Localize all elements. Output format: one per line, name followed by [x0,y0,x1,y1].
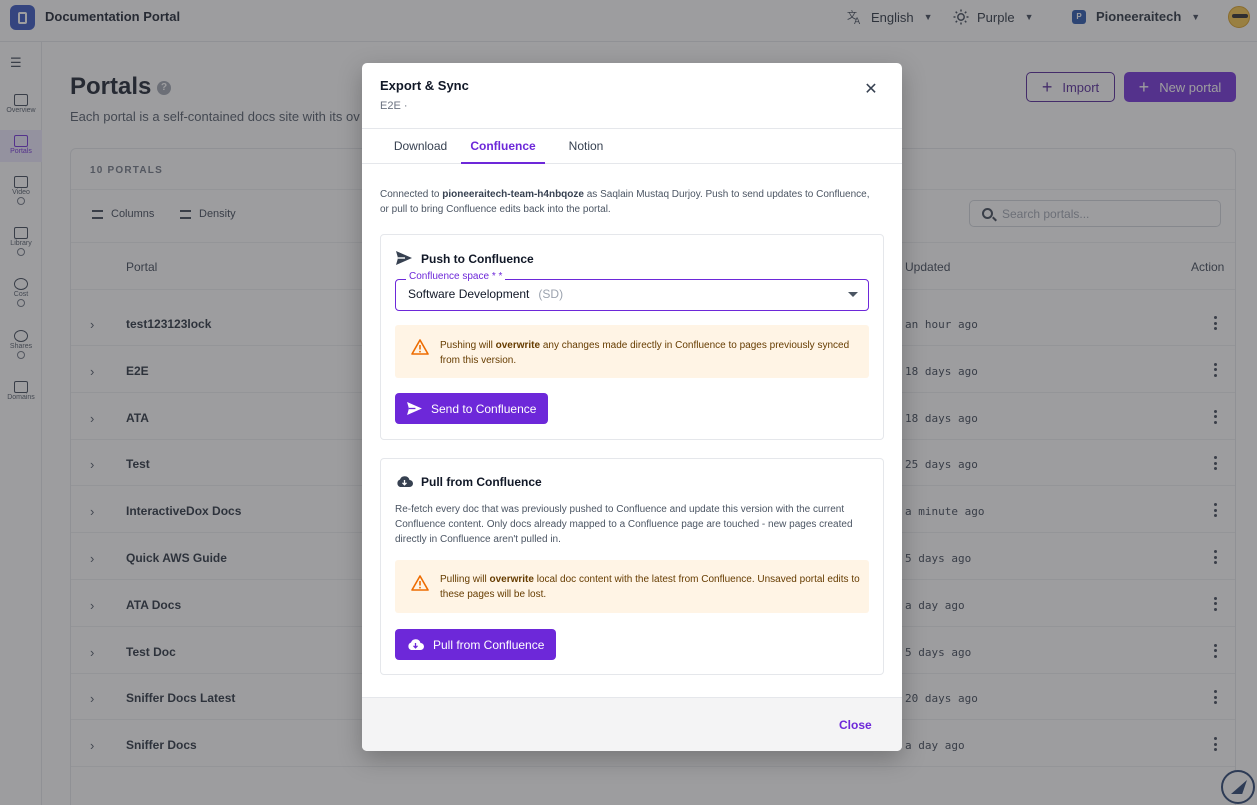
confluence-space-value: Software Development (SD) [408,287,563,301]
warning-prefix: Pushing will [440,340,496,351]
send-to-confluence-button[interactable]: Send to Confluence [395,393,549,424]
warning-emphasis: overwrite [489,574,534,585]
warning-emphasis: overwrite [495,340,541,351]
pull-button-label: Pull from Confluence [433,637,545,652]
pull-warning: Pulling will overwrite local doc content… [395,560,869,613]
send-button-label: Send to Confluence [431,401,537,416]
tab-download[interactable]: Download [380,129,461,164]
close-button[interactable]: Close [839,718,872,732]
export-sync-dialog: Export & Sync E2E · ✕ Download Confluenc… [362,63,902,751]
connection-info: Connected to pioneeraitech-team-h4nbqoze… [380,187,880,217]
tab-confluence[interactable]: Confluence [461,129,545,164]
warning-prefix: Pulling will [440,574,490,585]
pull-description: Re-fetch every doc that was previously p… [395,504,853,545]
pull-title: Pull from Confluence [421,475,542,489]
pull-from-confluence-button[interactable]: Pull from Confluence [395,629,557,660]
push-warning: Pushing will overwrite any changes made … [395,325,869,378]
intro-prefix: Connected to [380,189,443,200]
dialog-footer: Close [362,697,902,751]
close-icon[interactable]: ✕ [862,81,880,99]
tab-notion[interactable]: Notion [555,129,617,164]
pull-warning-text: Pulling will overwrite local doc content… [440,572,860,602]
push-warning-text: Pushing will overwrite any changes made … [440,338,860,368]
space-name: Software Development [408,287,530,301]
push-title: Push to Confluence [421,252,534,266]
cloud-download-icon [408,639,424,650]
dialog-subtitle: E2E · [380,100,408,112]
dialog-tabs: Download Confluence Notion [362,128,902,164]
space-key: (SD) [538,287,564,301]
cloud-download-icon [397,476,413,487]
send-icon [407,402,422,415]
confluence-space-select[interactable]: Confluence space * * Software Developmen… [395,271,869,311]
confluence-site-name: pioneeraitech-team-h4nbqoze [442,189,584,200]
warning-icon [411,575,429,591]
dropdown-arrow-icon [848,292,858,297]
dialog-title: Export & Sync [380,78,469,93]
pull-section: Pull from Confluence Re-fetch every doc … [380,458,884,675]
confluence-space-label: Confluence space * * [406,271,506,282]
warning-icon [411,339,429,355]
push-section: Push to Confluence Confluence space * * … [380,234,884,440]
send-icon [396,251,412,265]
